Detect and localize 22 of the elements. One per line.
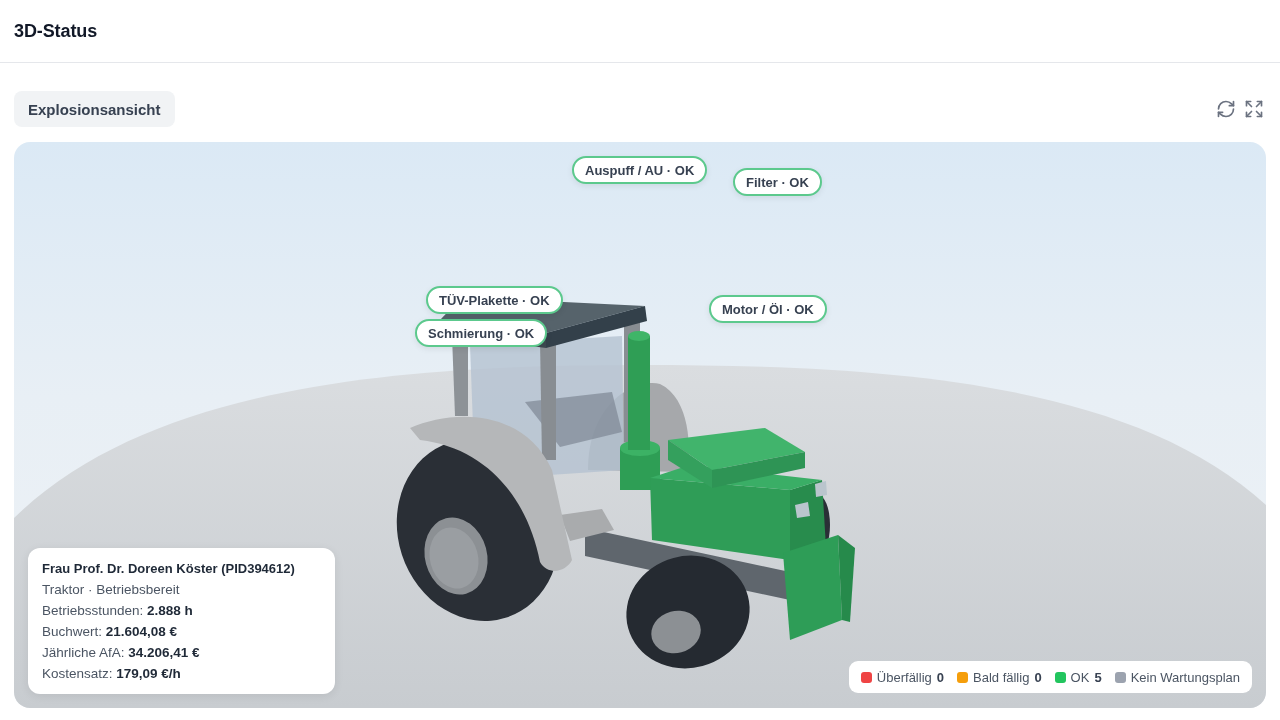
explosion-view-button[interactable]: Explosionsansicht — [14, 91, 175, 127]
info-line: Betriebsstunden: 2.888 h — [42, 602, 194, 620]
info-line: Buchwert: 21.604,08 € — [42, 623, 179, 641]
refresh-icon[interactable] — [1216, 99, 1236, 119]
legend-label: OK — [1070, 669, 1090, 685]
legend-count: 0 — [1034, 669, 1042, 685]
legend-count: 5 — [1094, 669, 1102, 685]
legend-label: Überfällig — [876, 669, 932, 685]
info-line: Jährliche AfA: 34.206,41 € — [42, 644, 201, 662]
page-title: 3D-Status — [14, 20, 98, 42]
legend-label: Bald fällig — [973, 669, 1030, 685]
owner-name: Frau Prof. Dr. Doreen Köster (PID394612) — [42, 560, 296, 578]
fullscreen-icon[interactable] — [1244, 99, 1264, 119]
status-marker[interactable]: Auspuff / AU · OK — [572, 156, 708, 184]
status-marker[interactable]: Schmierung · OK — [415, 319, 548, 347]
status-marker[interactable]: TÜV-Plakette · OK — [426, 286, 563, 314]
info-line: Kostensatz: 179,09 €/h — [42, 665, 182, 683]
status-marker[interactable]: Filter · OK — [733, 168, 822, 196]
legend-count: 0 — [936, 669, 944, 685]
status-marker[interactable]: Motor / Öl · OK — [709, 295, 827, 323]
legend-label: Kein Wartungsplan — [1130, 669, 1240, 685]
vehicle-status: Traktor · Betriebsbereit — [42, 581, 181, 599]
